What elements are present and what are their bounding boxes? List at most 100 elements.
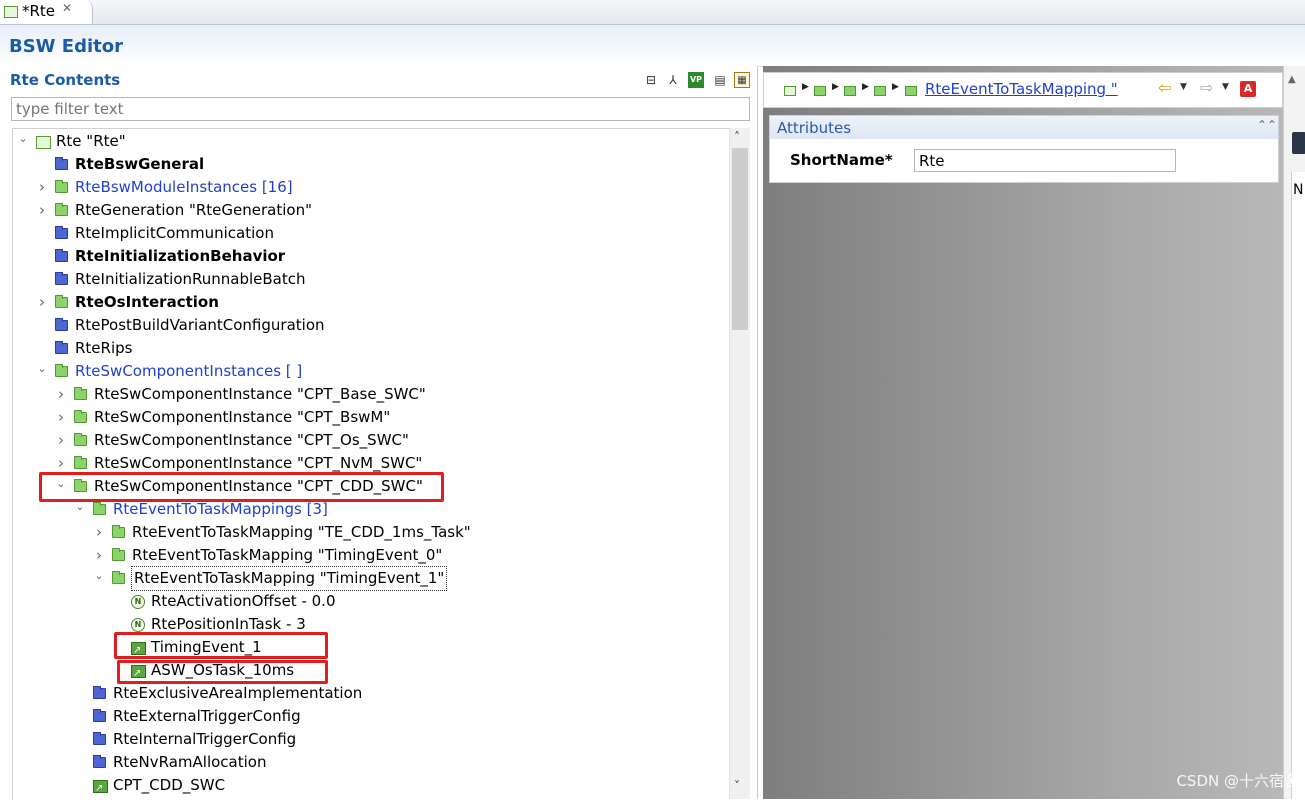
tree-row[interactable]: › RteEventToTaskMapping "TE_CDD_1ms_Task" (13, 521, 728, 544)
side-button[interactable] (1292, 132, 1305, 154)
grid-icon[interactable]: ▦ (734, 72, 750, 88)
tree-item-label: RteEventToTaskMapping "TimingEvent_0" (132, 546, 443, 564)
variant-icon[interactable]: VP (688, 72, 704, 88)
view-menu-icon[interactable]: ▲ (1288, 74, 1296, 85)
container-icon (55, 341, 68, 354)
tree-item-label: TimingEvent_1 (151, 638, 262, 656)
folder-crumb-icon[interactable] (814, 86, 826, 96)
tree-row[interactable]: › RteEventToTaskMapping "TimingEvent_0" (13, 544, 728, 567)
chevron-down-icon[interactable]: ▼ (1180, 82, 1187, 92)
folder-icon (93, 502, 106, 515)
folder-crumb-icon[interactable] (874, 86, 886, 96)
back-arrow-icon[interactable]: ⇦ (1158, 78, 1171, 97)
tree-row[interactable]: ⌄ RteSwComponentInstance "CPT_CDD_SWC" (13, 475, 728, 498)
container-icon (55, 226, 68, 239)
tree-item-label: RteImplicitCommunication (75, 224, 274, 242)
chevron-right-icon[interactable]: › (36, 291, 48, 314)
chevron-down-icon[interactable]: ⌄ (74, 495, 86, 518)
chevron-right-icon[interactable]: › (55, 406, 67, 429)
watermark: CSDN @十六宿舍 (1176, 772, 1299, 790)
folder-icon (74, 433, 87, 446)
reference-icon (131, 639, 146, 662)
tree-item-label: RteRips (75, 339, 133, 357)
tree-row[interactable]: ⌄ Rte "Rte" (13, 130, 728, 153)
tree-row[interactable]: RteExternalTriggerConfig (13, 705, 728, 728)
tree-row[interactable]: RteExclusiveAreaImplementation (13, 682, 728, 705)
tree-row[interactable]: RtePostBuildVariantConfiguration (13, 314, 728, 337)
chevron-down-icon[interactable]: ⌄ (93, 564, 105, 587)
tree-row[interactable]: ASW_OsTask_10ms (13, 659, 728, 685)
container-icon (93, 686, 106, 699)
attributes-section: Attributes ⌃⌃ ShortName* (769, 115, 1279, 183)
vertical-scrollbar[interactable]: ˄ ˅ (729, 128, 750, 799)
close-icon[interactable]: ✕ (62, 1, 72, 15)
collapse-all-icon[interactable]: ⊟ (643, 72, 659, 88)
tree-row[interactable]: RteInternalTriggerConfig (13, 728, 728, 751)
rte-crumb-icon[interactable] (784, 86, 796, 96)
tree-item-label: RtePositionInTask - 3 (151, 615, 306, 633)
forward-arrow-icon[interactable]: ⇨ (1200, 78, 1213, 97)
tree-row[interactable]: ⌄ RteEventToTaskMappings [3] (13, 498, 728, 521)
tree-item-label: RteSwComponentInstance "CPT_BswM" (94, 408, 391, 426)
chevron-down-icon[interactable]: ⌄ (17, 129, 29, 150)
collapse-icon[interactable]: ⌃⌃ (1257, 118, 1277, 132)
tree-item-label: RteNvRamAllocation (113, 753, 267, 771)
tree-row[interactable]: RteBswGeneral (13, 153, 728, 176)
tree-row[interactable]: RteInitializationRunnableBatch (13, 268, 728, 291)
document-icon[interactable]: ▤ (712, 72, 728, 88)
chevron-right-icon[interactable]: › (55, 429, 67, 452)
tree-row[interactable]: N RteActivationOffset - 0.0 (13, 590, 728, 613)
filter-input[interactable] (11, 97, 750, 121)
tree-row[interactable]: › RteBswModuleInstances [16] (13, 176, 728, 199)
tree-item-label: RteBswGeneral (75, 155, 205, 173)
tree-item-label: CPT_CDD_SWC (113, 776, 226, 794)
side-panel (1291, 172, 1305, 799)
folder-crumb-icon[interactable] (905, 86, 917, 96)
tree-item-label: Rte "Rte" (56, 132, 126, 150)
tree-row[interactable]: TimingEvent_1 (13, 636, 728, 662)
rte-tree: ⌄ Rte "Rte" RteBswGeneral › RteBswModuleInst… (12, 128, 730, 800)
tree-item-label: RteSwComponentInstance "CPT_CDD_SWC" (94, 477, 423, 495)
attributes-header[interactable]: Attributes ⌃⌃ (770, 116, 1278, 139)
chevron-right-icon: ▶ (892, 82, 899, 92)
tree-row[interactable]: › RteSwComponentInstance "CPT_NvM_SWC" (13, 452, 728, 475)
breadcrumb-link[interactable]: RteEventToTaskMapping " (925, 80, 1118, 98)
folder-crumb-icon[interactable] (844, 86, 856, 96)
scroll-up-icon[interactable]: ˄ (734, 130, 740, 144)
chevron-right-icon[interactable]: › (36, 176, 48, 199)
tree-row[interactable]: RteNvRamAllocation (13, 751, 728, 774)
tree-row[interactable]: ⌄ RteEventToTaskMapping "TimingEvent_1" (13, 564, 728, 591)
scroll-down-icon[interactable]: ˅ (734, 779, 740, 793)
chevron-right-icon[interactable]: › (36, 199, 48, 222)
chevron-right-icon[interactable]: › (93, 521, 105, 544)
rte-contents-panel: Rte Contents ⊟ ⅄ VP ▤ ▦ ⌄ Rte "Rte" RteBsw… (0, 66, 758, 800)
rte-module-icon (36, 136, 51, 149)
chevron-right-icon: ▶ (802, 82, 809, 92)
tree-row[interactable]: › RteSwComponentInstance "CPT_Os_SWC" (13, 429, 728, 452)
tree-row[interactable]: › RteGeneration "RteGeneration" (13, 199, 728, 222)
chevron-down-icon[interactable]: ⌄ (36, 357, 48, 380)
chevron-right-icon[interactable]: › (55, 383, 67, 406)
shortname-field[interactable] (914, 149, 1176, 172)
acrobat-icon[interactable]: A (1240, 81, 1256, 97)
container-icon (93, 709, 106, 722)
tree-row[interactable]: RteImplicitCommunication (13, 222, 728, 245)
tree-item-label: RteInternalTriggerConfig (113, 730, 297, 748)
tab-rte[interactable]: *Rte ✕ (0, 0, 93, 24)
folder-icon (112, 571, 125, 584)
tree-row[interactable]: N RtePositionInTask - 3 (13, 613, 728, 636)
tree-row[interactable]: RteRips (13, 337, 728, 360)
scroll-thumb[interactable] (732, 148, 748, 330)
link-icon[interactable]: ⅄ (665, 72, 681, 88)
tree-item-label: RteExclusiveAreaImplementation (113, 684, 363, 702)
tree-row[interactable]: › RteSwComponentInstance "CPT_BswM" (13, 406, 728, 429)
chevron-down-icon[interactable]: ▼ (1222, 82, 1229, 92)
tree-row[interactable]: RteInitializationBehavior (13, 245, 728, 268)
tree-row[interactable]: › RteSwComponentInstance "CPT_Base_SWC" (13, 383, 728, 406)
container-icon (93, 732, 106, 745)
tree-row[interactable]: ⌄ RteSwComponentInstances [ ] (13, 360, 728, 383)
tree-row[interactable]: › RteOsInteraction (13, 291, 728, 314)
tree-row[interactable]: CPT_CDD_SWC (13, 774, 728, 800)
chevron-down-icon[interactable]: ⌄ (55, 472, 67, 495)
tree-item-label: RteEventToTaskMapping "TE_CDD_1ms_Task" (132, 523, 471, 541)
